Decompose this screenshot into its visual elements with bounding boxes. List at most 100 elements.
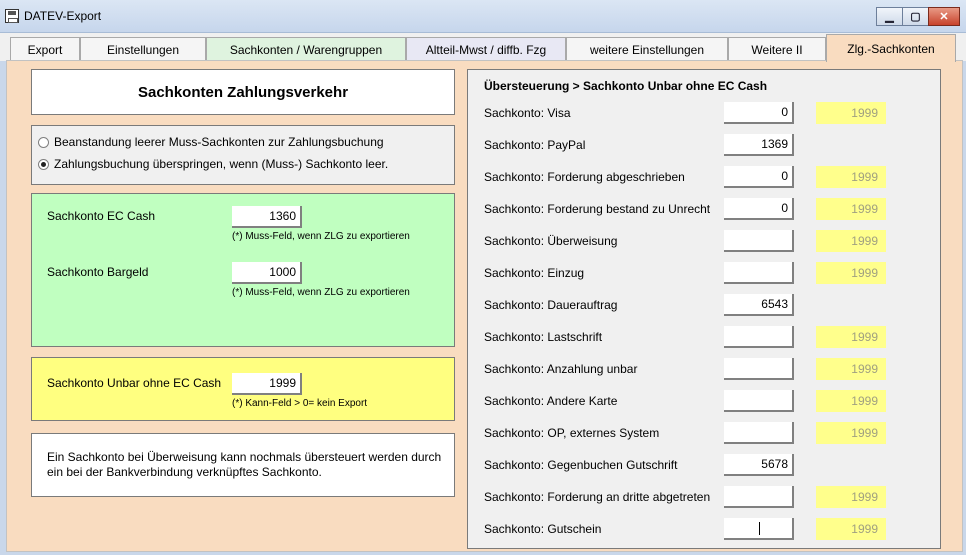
default-account-value: 1999 [816, 166, 886, 188]
override-row-anzahlung-unbar: Sachkonto: Anzahlung unbar 1999 [468, 358, 942, 380]
default-account-value: 1999 [816, 102, 886, 124]
close-button[interactable]: ✕ [928, 7, 960, 26]
tab-label: Einstellungen [106, 42, 180, 57]
info-text: Ein Sachkonto bei Überweisung kann nochm… [47, 450, 442, 479]
row-label: Sachkonto: Dauerauftrag [484, 298, 618, 312]
maximize-button[interactable]: ▢ [902, 7, 929, 26]
override-row-forderung-dritte: Sachkonto: Forderung an dritte abgetrete… [468, 486, 942, 508]
override-row-paypal: Sachkonto: PayPal 1369 [468, 134, 942, 156]
bargeld-label: Sachkonto Bargeld [47, 265, 149, 279]
radio-label: Beanstandung leerer Muss-Sachkonten zur … [54, 135, 384, 149]
tab-content: Sachkonten Zahlungsverkehr Beanstandung … [6, 60, 963, 552]
account-input[interactable] [724, 230, 794, 252]
floppy-disk-icon [5, 9, 19, 23]
bargeld-input[interactable]: 1000 [232, 262, 302, 284]
override-heading: Übersteuerung > Sachkonto Unbar ohne EC … [484, 79, 768, 93]
row-label: Sachkonto: Gegenbuchen Gutschrift [484, 458, 678, 472]
account-input[interactable] [724, 486, 794, 508]
window-controls: ▁ ▢ ✕ [876, 7, 960, 26]
info-note: Ein Sachkonto bei Überweisung kann nochm… [31, 433, 455, 497]
ec-cash-label: Sachkonto EC Cash [47, 209, 156, 223]
account-input[interactable]: 0 [724, 198, 794, 220]
default-account-value: 1999 [816, 422, 886, 444]
row-label: Sachkonto: PayPal [484, 138, 586, 152]
row-label: Sachkonto: OP, externes System [484, 426, 660, 440]
default-account-value: 1999 [816, 358, 886, 380]
default-account-value: 1999 [816, 486, 886, 508]
unbar-hint: (*) Kann-Feld > 0= kein Export [232, 398, 368, 409]
tab-label: Altteil-Mwst / diffb. Fzg [425, 42, 547, 57]
override-row-einzug: Sachkonto: Einzug 1999 [468, 262, 942, 284]
account-input[interactable] [724, 358, 794, 380]
override-row-gegenbuchen-gutschrift: Sachkonto: Gegenbuchen Gutschrift 5678 [468, 454, 942, 476]
row-label: Sachkonto: Forderung abgeschrieben [484, 170, 685, 184]
tab-weitere-einstellungen[interactable]: weitere Einstellungen [566, 37, 728, 61]
account-input[interactable]: 6543 [724, 294, 794, 316]
account-input[interactable] [724, 326, 794, 348]
tab-label: Export [27, 42, 63, 57]
account-input[interactable] [724, 262, 794, 284]
default-account-value: 1999 [816, 390, 886, 412]
account-input[interactable]: 0 [724, 102, 794, 124]
row-label: Sachkonto: Andere Karte [484, 394, 618, 408]
radio-option-skip[interactable]: Zahlungsbuchung überspringen, wenn (Muss… [38, 156, 388, 172]
override-row-lastschrift: Sachkonto: Lastschrift 1999 [468, 326, 942, 348]
account-input[interactable] [724, 422, 794, 444]
row-label: Sachkonto: Gutschein [484, 522, 602, 536]
default-account-value: 1999 [816, 262, 886, 284]
tab-einstellungen[interactable]: Einstellungen [80, 37, 206, 61]
row-label: Sachkonto: Forderung an dritte abgetrete… [484, 490, 711, 504]
ec-cash-input[interactable]: 1360 [232, 206, 302, 228]
unbar-label: Sachkonto Unbar ohne EC Cash [47, 376, 222, 390]
minimize-button[interactable]: ▁ [876, 7, 903, 26]
default-account-value: 1999 [816, 326, 886, 348]
radio-label: Zahlungsbuchung überspringen, wenn (Muss… [54, 157, 389, 171]
account-input[interactable]: 1369 [724, 134, 794, 156]
tab-export[interactable]: Export [10, 37, 80, 61]
override-row-gutschein: Sachkonto: Gutschein 1999 [468, 518, 942, 540]
radio-button[interactable] [38, 158, 49, 170]
account-input[interactable] [724, 390, 794, 412]
account-input[interactable]: 5678 [724, 454, 794, 476]
override-row-ueberweisung: Sachkonto: Überweisung 1999 [468, 230, 942, 252]
close-icon: ✕ [939, 11, 949, 23]
override-row-forderung-unrecht: Sachkonto: Forderung bestand zu Unrecht … [468, 198, 942, 220]
text-cursor [759, 522, 760, 536]
tab-weitere-ii[interactable]: Weitere II [728, 37, 826, 61]
unbar-input[interactable]: 1999 [232, 373, 302, 395]
tab-sachkonten-warengruppen[interactable]: Sachkonten / Warengruppen [206, 37, 406, 61]
row-label: Sachkonto: Überweisung [484, 234, 618, 248]
override-row-forderung-abgeschrieben: Sachkonto: Forderung abgeschrieben 0 199… [468, 166, 942, 188]
mandatory-accounts-panel: Sachkonto EC Cash 1360 (*) Muss-Feld, we… [31, 193, 455, 347]
default-account-value: 1999 [816, 230, 886, 252]
default-account-value: 1999 [816, 198, 886, 220]
row-label: Sachkonto: Lastschrift [484, 330, 603, 344]
row-label: Sachkonto: Einzug [484, 266, 585, 280]
title-bar: DATEV-Export ▁ ▢ ✕ [0, 0, 966, 33]
default-account-value: 1999 [816, 518, 886, 540]
account-input-focused[interactable] [724, 518, 794, 540]
optional-account-panel: Sachkonto Unbar ohne EC Cash 1999 (*) Ka… [31, 357, 455, 421]
override-panel: Übersteuerung > Sachkonto Unbar ohne EC … [467, 69, 941, 549]
row-label: Sachkonto: Forderung bestand zu Unrecht [484, 202, 711, 216]
maximize-icon: ▢ [910, 11, 921, 23]
override-row-andere-karte: Sachkonto: Andere Karte 1999 [468, 390, 942, 412]
row-label: Sachkonto: Anzahlung unbar [484, 362, 638, 376]
ec-cash-hint: (*) Muss-Feld, wenn ZLG zu exportieren [232, 231, 410, 242]
override-row-visa: Sachkonto: Visa 0 1999 [468, 102, 942, 124]
minimize-icon: ▁ [885, 11, 894, 23]
bargeld-hint: (*) Muss-Feld, wenn ZLG zu exportieren [232, 287, 410, 298]
tab-label: Sachkonten / Warengruppen [229, 42, 383, 57]
radio-option-complain[interactable]: Beanstandung leerer Muss-Sachkonten zur … [38, 134, 384, 150]
tab-altteil-mwst[interactable]: Altteil-Mwst / diffb. Fzg [406, 37, 566, 61]
tab-strip: Export Einstellungen Sachkonten / Wareng… [0, 33, 966, 62]
tab-zlg-sachkonten[interactable]: Zlg.-Sachkonten [826, 34, 956, 62]
tab-label: Weitere II [751, 42, 803, 57]
radio-button[interactable] [38, 136, 49, 148]
empty-account-handling-group: Beanstandung leerer Muss-Sachkonten zur … [31, 125, 455, 185]
override-row-dauerauftrag: Sachkonto: Dauerauftrag 6543 [468, 294, 942, 316]
tab-label: weitere Einstellungen [589, 42, 705, 57]
window-title: DATEV-Export [24, 9, 102, 23]
account-input[interactable]: 0 [724, 166, 794, 188]
override-row-op-extern: Sachkonto: OP, externes System 1999 [468, 422, 942, 444]
